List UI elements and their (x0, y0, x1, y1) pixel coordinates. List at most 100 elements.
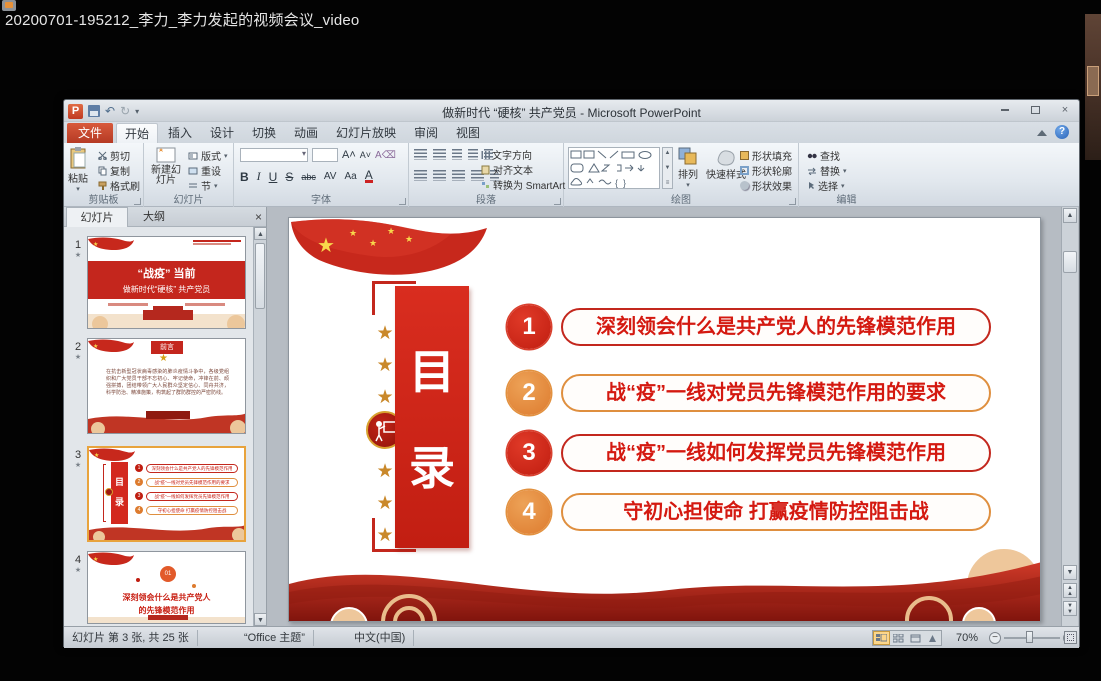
italic-button[interactable]: I (257, 169, 261, 184)
change-case-button[interactable]: Aa (344, 171, 356, 182)
maximize-button[interactable] (1027, 104, 1043, 116)
reading-view-button[interactable] (907, 631, 924, 645)
shadow-button[interactable]: abc (301, 172, 316, 182)
panel-scrollbar[interactable]: ▲ ▼ (253, 227, 266, 626)
strikethrough-button[interactable]: S (285, 170, 293, 184)
titlebar[interactable]: P ↶ ↻ ▾ 做新时代 “硬核” 共产党员 - Microsoft Power… (64, 100, 1079, 122)
main-scrollbar[interactable]: ▲ ▼ ▲▲ ▼▼ (1061, 207, 1078, 626)
reset-button[interactable]: 重设 (188, 163, 221, 178)
slide4-thumbnail[interactable]: ★ 01 深刻领会什么是共产党人 的先锋模范作用 (87, 551, 246, 624)
panel-scroll-thumb[interactable] (255, 243, 265, 309)
shape-outline-button[interactable]: 形状轮廓 (740, 163, 792, 178)
align-right-icon[interactable] (452, 170, 465, 181)
slide4-title-line1: 深刻领会什么是共产党人 (88, 592, 245, 603)
bold-button[interactable]: B (240, 170, 249, 184)
toc-item-3[interactable]: 3 战“疫”一线如何发挥党员先锋模范作用 (289, 431, 1041, 475)
tab-insert[interactable]: 插入 (160, 123, 200, 143)
cut-button[interactable]: 剪切 (98, 148, 130, 163)
panel-scroll-up-icon[interactable]: ▲ (254, 227, 267, 240)
font-style-row: B I U S abc AV Aa A (240, 169, 373, 184)
close-button[interactable]: × (1057, 104, 1073, 116)
bullets-icon[interactable] (414, 149, 427, 160)
font-dialog-launcher[interactable] (399, 198, 406, 205)
toc-item-2[interactable]: 2 战“疫”一线对党员先锋模范作用的要求 (289, 371, 1041, 415)
cut-icon (98, 151, 107, 160)
quick-styles-icon (714, 146, 738, 166)
current-slide[interactable]: ★ ★ ★ ★ ★ ★ ★ ★ ★ ★ (288, 217, 1041, 622)
font-size-combobox[interactable] (312, 148, 338, 162)
zoom-level[interactable]: 70% (948, 630, 986, 646)
help-icon[interactable]: ? (1055, 125, 1069, 139)
clear-formatting-icon[interactable]: A⌫ (375, 150, 396, 161)
shrink-font-icon[interactable]: A˅ (360, 150, 371, 160)
minimize-button[interactable] (997, 104, 1013, 116)
scroll-down-icon[interactable]: ▼ (1063, 565, 1077, 580)
group-label-slides: 幻灯片 (144, 191, 233, 206)
shapes-gallery[interactable]: { } (568, 147, 660, 189)
toc-item-4[interactable]: 4 守初心担使命 打赢疫情防控阻击战 (289, 490, 1041, 534)
normal-view-button[interactable] (873, 631, 890, 645)
drawing-dialog-launcher[interactable] (789, 198, 796, 205)
copy-button[interactable]: 复制 (98, 163, 130, 178)
font-color-button[interactable]: A (365, 170, 373, 183)
font-name-combobox[interactable] (240, 148, 308, 162)
webcam-video-strip[interactable] (1085, 14, 1101, 160)
clipboard-dialog-launcher[interactable] (134, 198, 141, 205)
new-slide-button[interactable]: 新建幻灯片 (147, 146, 185, 186)
slide1-subtitle: 做新时代“硬核” 共产党员 (88, 284, 245, 295)
slide2-thumbnail[interactable]: ★ 前言 ★ 在抗击新型冠状病毒感染的肺炎疫情斗争中，各级党组织和广大党员干部不… (87, 338, 246, 434)
increase-indent-icon[interactable] (468, 149, 478, 160)
slide-counter[interactable]: 幻灯片 第 3 张, 共 25 张 (64, 630, 198, 646)
tab-transitions[interactable]: 切换 (244, 123, 284, 143)
paste-label: 粘贴 (68, 170, 88, 185)
panel-scroll-down-icon[interactable]: ▼ (254, 613, 267, 626)
scroll-thumb[interactable] (1063, 251, 1077, 273)
tab-design[interactable]: 设计 (202, 123, 242, 143)
grow-font-icon[interactable]: A˄ (342, 149, 356, 161)
align-text-button[interactable]: 对齐文本 (481, 162, 533, 177)
tab-home[interactable]: 开始 (116, 123, 158, 143)
toc-item-1[interactable]: 1 深刻领会什么是共产党人的先锋模范作用 (289, 305, 1041, 349)
replace-button[interactable]: 替换▾ (807, 163, 847, 178)
char-spacing-button[interactable]: AV (324, 171, 337, 182)
panel-tab-slides[interactable]: 幻灯片 (66, 207, 128, 227)
scroll-up-icon[interactable]: ▲ (1063, 208, 1077, 223)
slide-sorter-view-button[interactable] (890, 631, 907, 645)
tab-view[interactable]: 视图 (448, 123, 488, 143)
tab-slideshow[interactable]: 幻灯片放映 (328, 123, 404, 143)
tab-file[interactable]: 文件 (67, 123, 113, 143)
convert-smartart-button[interactable]: 转换为 SmartArt (481, 177, 565, 192)
fit-to-window-button[interactable] (1064, 631, 1077, 644)
find-button[interactable]: 查找 (807, 148, 840, 163)
paragraph-dialog-launcher[interactable] (554, 198, 561, 205)
align-left-icon[interactable] (414, 170, 427, 181)
minimize-ribbon-icon[interactable] (1037, 130, 1047, 136)
layout-button[interactable]: 版式▾ (188, 148, 228, 163)
slide2-bottom-decoration (88, 409, 246, 433)
tab-review[interactable]: 审阅 (406, 123, 446, 143)
numbering-icon[interactable] (433, 149, 446, 160)
decrease-indent-icon[interactable] (452, 149, 462, 160)
powerpoint-window: P ↶ ↻ ▾ 做新时代 “硬核” 共产党员 - Microsoft Power… (63, 99, 1080, 647)
theme-name[interactable]: “Office 主题” (236, 630, 314, 646)
shapes-gallery-scroll[interactable]: ▲▼≡ (662, 147, 673, 189)
shape-fill-button[interactable]: 形状填充 (740, 148, 792, 163)
slideshow-view-button[interactable] (924, 631, 941, 645)
panel-close-icon[interactable]: × (255, 210, 262, 224)
slide1-thumbnail[interactable]: ★ “战疫” 当前 做新时代“硬核” 共产党员 (87, 236, 246, 329)
zoom-out-button[interactable]: − (989, 632, 1001, 644)
tab-animations[interactable]: 动画 (286, 123, 326, 143)
panel-tab-outline[interactable]: 大纲 (130, 207, 178, 227)
underline-button[interactable]: U (269, 170, 278, 184)
slide1-bottom-decoration (88, 306, 246, 328)
slide3-thumbnail[interactable]: ★ 目录 1 深刻领会什么是共产党人的先锋模范作用 2 战“疫”一线对党员先锋模… (87, 446, 246, 542)
paste-button[interactable]: 粘贴 ▾ (68, 146, 88, 193)
svg-text:★: ★ (93, 556, 98, 563)
arrange-button[interactable]: 排列▾ (677, 146, 699, 189)
language-indicator[interactable]: 中文(中国) (346, 630, 414, 646)
text-direction-button[interactable]: 文字方向 (481, 147, 532, 162)
align-center-icon[interactable] (433, 170, 446, 181)
previous-slide-button[interactable]: ▲▲ (1063, 583, 1077, 598)
zoom-slider-thumb[interactable] (1026, 631, 1033, 643)
next-slide-button[interactable]: ▼▼ (1063, 601, 1077, 616)
